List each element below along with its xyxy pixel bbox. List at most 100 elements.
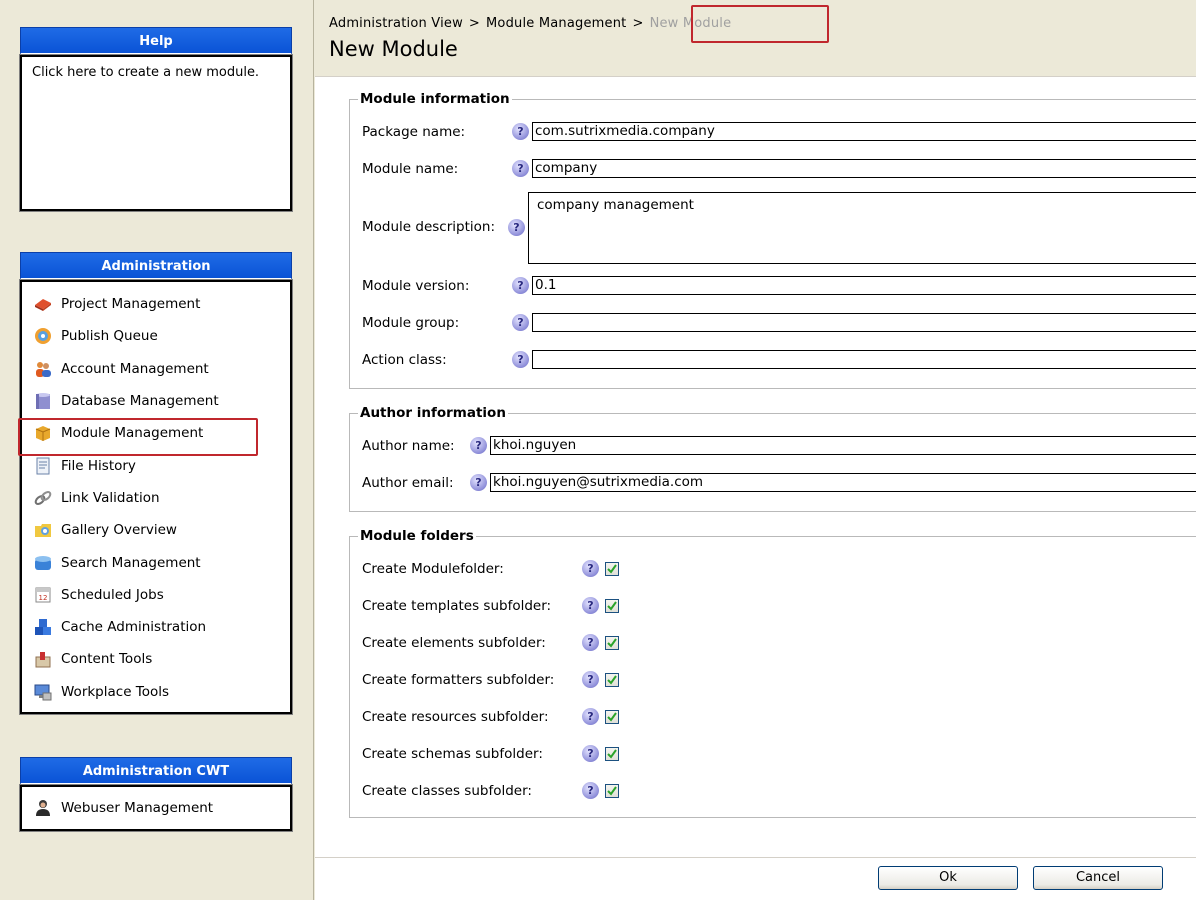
module-description-textarea[interactable]: company management: [528, 192, 1196, 264]
help-icon[interactable]: ?: [582, 560, 599, 577]
module-group-label: Module group:: [362, 314, 460, 331]
module-version-input[interactable]: 0.1: [532, 276, 1196, 295]
form-footer: Ok Cancel: [315, 857, 1196, 900]
module-group-input[interactable]: [532, 313, 1196, 332]
sidebar-item-label: File History: [61, 457, 136, 474]
cache-icon: [34, 618, 52, 636]
author-name-label: Author name:: [362, 437, 455, 454]
help-icon[interactable]: ?: [470, 437, 487, 454]
action-class-input[interactable]: [532, 350, 1196, 369]
sidebar-item-cache-administration[interactable]: Cache Administration: [22, 611, 290, 643]
sidebar-item-label: Gallery Overview: [61, 522, 177, 539]
sidebar-item-workplace-tools[interactable]: Workplace Tools: [22, 676, 290, 708]
module-group-row: Module group: ?: [362, 304, 1196, 341]
module-description-row: Module description: ? company management: [362, 187, 1196, 267]
module-folder-row: Create formatters subfolder:?: [362, 661, 1196, 698]
help-icon[interactable]: ?: [582, 597, 599, 614]
help-icon[interactable]: ?: [512, 314, 529, 331]
sidebar-item-scheduled-jobs[interactable]: 12 Scheduled Jobs: [22, 579, 290, 611]
author-email-label: Author email:: [362, 474, 454, 491]
help-icon[interactable]: ?: [582, 634, 599, 651]
form: Module information Package name: ? com.s…: [315, 77, 1196, 818]
author-information-legend: Author information: [360, 405, 506, 421]
checkmark-icon: [607, 637, 617, 648]
sidebar-item-label: Content Tools: [61, 651, 153, 668]
administration-cwt-panel-title: Administration CWT: [20, 757, 292, 785]
calendar-icon: 12: [34, 586, 52, 604]
module-name-input[interactable]: company: [532, 159, 1196, 178]
sidebar-item-label: Webuser Management: [61, 800, 214, 816]
file-history-icon: [34, 457, 52, 475]
module-folder-checkbox[interactable]: [605, 561, 619, 576]
module-folder-checkbox[interactable]: [605, 672, 619, 687]
sidebar-item-label: Workplace Tools: [61, 683, 170, 700]
module-folder-row: Create classes subfolder:?: [362, 772, 1196, 809]
help-icon[interactable]: ?: [512, 123, 529, 140]
sidebar-item-webuser-management[interactable]: Webuser Management: [19, 784, 293, 832]
ok-button[interactable]: Ok: [878, 866, 1018, 890]
module-folder-checkbox[interactable]: [605, 598, 619, 613]
help-icon[interactable]: ?: [512, 277, 529, 294]
module-folder-row: Create templates subfolder:?: [362, 587, 1196, 624]
module-folder-label: Create classes subfolder:: [362, 782, 532, 799]
sidebar-item-content-tools[interactable]: Content Tools: [22, 643, 290, 675]
sidebar-item-gallery-overview[interactable]: Gallery Overview: [22, 514, 290, 546]
module-folder-row: Create schemas subfolder:?: [362, 735, 1196, 772]
module-folder-checkbox[interactable]: [605, 635, 619, 650]
author-email-row: Author email: ? khoi.nguyen@sutrixmedia.…: [362, 464, 1196, 501]
sidebar-item-label: Cache Administration: [61, 619, 207, 636]
checkmark-icon: [607, 600, 617, 611]
package-name-input[interactable]: com.sutrixmedia.company: [532, 122, 1196, 141]
help-text: Click here to create a new module.: [19, 54, 293, 212]
module-folder-label: Create schemas subfolder:: [362, 745, 543, 762]
breadcrumb-item-administration-view[interactable]: Administration View: [329, 16, 463, 31]
checkmark-icon: [607, 785, 617, 796]
module-folder-checkbox[interactable]: [605, 746, 619, 761]
module-folder-checkbox[interactable]: [605, 709, 619, 724]
help-icon[interactable]: ?: [512, 160, 529, 177]
help-panel-title: Help: [20, 27, 292, 55]
author-email-input[interactable]: khoi.nguyen@sutrixmedia.com: [490, 473, 1196, 492]
sidebar-item-label: Publish Queue: [61, 328, 158, 345]
module-information-group: Module information Package name: ? com.s…: [349, 91, 1196, 389]
help-icon[interactable]: ?: [470, 474, 487, 491]
main-content: Administration View > Module Management > Ne…: [315, 0, 1196, 900]
module-folder-row: Create Modulefolder:?: [362, 550, 1196, 587]
sidebar-item-label: Database Management: [61, 393, 219, 410]
help-icon[interactable]: ?: [508, 218, 525, 236]
administration-panel: Administration Project Management Publis…: [19, 252, 293, 715]
module-description-label: Module description:: [362, 219, 495, 235]
module-name-row: Module name: ? company: [362, 150, 1196, 187]
module-folders-list: Create Modulefolder:? Create templates su…: [362, 550, 1196, 809]
help-panel: Help Click here to create a new module.: [19, 27, 293, 212]
module-folder-label: Create templates subfolder:: [362, 597, 552, 614]
administration-menu: Project Management Publish Queue Account…: [19, 279, 293, 715]
svg-text:12: 12: [39, 594, 48, 602]
checkmark-icon: [607, 563, 617, 574]
help-icon[interactable]: ?: [512, 351, 529, 368]
sidebar-item-label: Project Management: [61, 296, 201, 313]
sidebar-item-publish-queue[interactable]: Publish Queue: [22, 320, 290, 352]
breadcrumb-item-module-management[interactable]: Module Management: [486, 16, 626, 31]
author-name-row: Author name: ? khoi.nguyen: [362, 427, 1196, 464]
sidebar-item-account-management[interactable]: Account Management: [22, 353, 290, 385]
sidebar-item-database-management[interactable]: Database Management: [22, 385, 290, 417]
help-icon[interactable]: ?: [582, 745, 599, 762]
module-folders-legend: Module folders: [360, 528, 474, 544]
cancel-button[interactable]: Cancel: [1033, 866, 1163, 890]
package-name-row: Package name: ? com.sutrixmedia.company: [362, 113, 1196, 150]
sidebar-item-link-validation[interactable]: Link Validation: [22, 482, 290, 514]
author-name-input[interactable]: khoi.nguyen: [490, 436, 1196, 455]
sidebar-item-project-management[interactable]: Project Management: [22, 288, 290, 320]
help-icon[interactable]: ?: [582, 782, 599, 799]
action-class-row: Action class: ?: [362, 341, 1196, 378]
database-icon: [34, 392, 52, 410]
sidebar-item-label: Search Management: [61, 554, 201, 571]
help-icon[interactable]: ?: [582, 708, 599, 725]
help-icon[interactable]: ?: [582, 671, 599, 688]
sidebar-item-search-management[interactable]: Search Management: [22, 546, 290, 578]
module-folder-checkbox[interactable]: [605, 783, 619, 798]
module-version-label: Module version:: [362, 277, 470, 294]
breadcrumb-separator: >: [632, 16, 644, 31]
module-folder-label: Create formatters subfolder:: [362, 671, 555, 688]
